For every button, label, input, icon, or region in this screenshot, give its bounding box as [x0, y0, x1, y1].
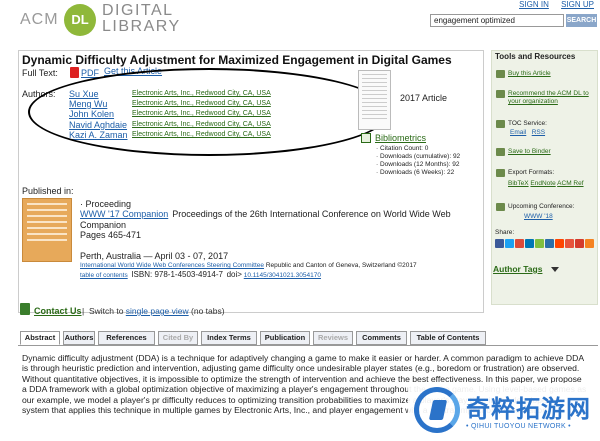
- share-button-icon[interactable]: [525, 239, 534, 248]
- share-button-icon[interactable]: [575, 239, 584, 248]
- proceedings-cover-image[interactable]: [22, 198, 72, 262]
- export-bibtex-link[interactable]: BibTeX: [508, 180, 529, 187]
- share-button-icon[interactable]: [545, 239, 554, 248]
- organizer-link[interactable]: International World Wide Web Conferences…: [80, 262, 264, 269]
- tab-index-terms[interactable]: Index Terms: [201, 331, 257, 345]
- share-button-icon[interactable]: [515, 239, 524, 248]
- logo-acm-text: ACM: [20, 11, 59, 28]
- metric-line: · Downloads (cumulative): 92: [376, 153, 461, 160]
- export-endnote-link[interactable]: EndNote: [530, 180, 555, 187]
- sidebar-item-label: Save to Binder: [508, 148, 551, 155]
- hand-drawn-ellipse-annotation: [28, 68, 390, 156]
- toc-icon: [496, 120, 505, 128]
- recommend-icon: [496, 90, 505, 98]
- tab-references[interactable]: References: [98, 331, 155, 345]
- share-button-icon[interactable]: [585, 239, 594, 248]
- toc-rss-link[interactable]: RSS: [532, 129, 545, 136]
- sidebar-item-label: Recommend the ACM DL to your organizatio…: [508, 90, 589, 105]
- share-button-icon[interactable]: [565, 239, 574, 248]
- tab-abstract[interactable]: Abstract: [20, 331, 60, 345]
- full-text-label: Full Text:: [22, 68, 58, 78]
- share-label: Share:: [495, 229, 515, 236]
- isbn-doi-line: table of contents ISBN: 978-1-4503-4914-…: [80, 270, 321, 279]
- conference-location: Perth, Australia — April 03 - 07, 2017: [80, 251, 229, 261]
- export-icon: [496, 169, 505, 177]
- watermark-emblem: [414, 387, 460, 433]
- contact-us-link[interactable]: Contact Us: [34, 306, 82, 316]
- metric-line: · Citation Count: 0: [376, 145, 429, 152]
- bibliometrics-list: · Citation Count: 0 · Downloads (cumulat…: [376, 145, 460, 177]
- bibliometrics-icon: [361, 133, 371, 143]
- toc-service-links: Email RSS: [510, 129, 545, 137]
- proceeding-type: · Proceeding: [80, 199, 132, 209]
- isbn-text: ISBN: 978-1-4503-4914-7: [131, 270, 223, 279]
- share-button-icon[interactable]: [505, 239, 514, 248]
- switch-view-text: | Switch to single page view (no tabs): [82, 306, 225, 316]
- doi-label: doi>: [226, 270, 242, 279]
- account-links: SIGN IN SIGN UP: [509, 0, 594, 9]
- export-format-links: BibTeX EndNote ACM Ref: [508, 180, 584, 188]
- doi-link[interactable]: 10.1145/3041021.3054170: [244, 272, 321, 279]
- tab-divider: [18, 345, 598, 346]
- calendar-icon: [496, 203, 505, 211]
- organizer-rest: Republic and Canton of Geneva, Switzerla…: [264, 262, 417, 269]
- logo-dl-badge: DL: [64, 4, 96, 36]
- upcoming-conf-link[interactable]: WWW '18: [524, 213, 553, 220]
- chevron-down-icon[interactable]: [551, 267, 559, 272]
- watermark-cn-text: 奇粹拓游网: [466, 396, 591, 423]
- article-title: Dynamic Difficulty Adjustment for Maximi…: [22, 53, 452, 67]
- tab-table-of-contents[interactable]: Table of Contents: [410, 331, 486, 345]
- pdf-icon[interactable]: [70, 67, 79, 78]
- article-type-label: 2017 Article: [400, 93, 448, 103]
- toc-email-link[interactable]: Email: [510, 129, 526, 136]
- tab-cited-by: Cited By: [158, 331, 198, 345]
- contact-icon: [20, 303, 30, 315]
- author-tags-link[interactable]: Author Tags: [493, 264, 542, 274]
- sign-in-link[interactable]: SIGN IN: [519, 0, 549, 9]
- share-button-icon[interactable]: [555, 239, 564, 248]
- watermark-logo: 奇粹拓游网 • QIHUI TUOYOU NETWORK •: [408, 383, 600, 441]
- sidebar-item-label: TOC Service:: [508, 120, 547, 127]
- search-input[interactable]: [430, 14, 564, 27]
- tab-authors[interactable]: Authors: [63, 331, 95, 345]
- sidebar-item-label: Upcoming Conference:: [508, 203, 575, 210]
- tab-publication[interactable]: Publication: [260, 331, 310, 345]
- cart-icon: [496, 70, 505, 78]
- sign-up-link[interactable]: SIGN UP: [561, 0, 594, 9]
- watermark-en-text: • QIHUI TUOYOU NETWORK •: [466, 423, 571, 430]
- metric-line: · Downloads (12 Months): 92: [376, 161, 460, 168]
- article-thumbnail[interactable]: [358, 70, 391, 130]
- tab-reviews: Reviews: [313, 331, 353, 345]
- logo-library-text: DIGITAL LIBRARY: [102, 2, 181, 35]
- share-button-icon[interactable]: [535, 239, 544, 248]
- single-page-view-link[interactable]: single page view: [126, 306, 189, 316]
- page-range: Pages 465-471: [80, 230, 142, 240]
- bibliometrics-link[interactable]: Bibliometrics: [375, 133, 426, 143]
- tab-comments[interactable]: Comments: [356, 331, 407, 345]
- acm-dl-logo[interactable]: ACM DL DIGITAL LIBRARY: [20, 2, 190, 38]
- sidebar-item-label: Export Formats:: [508, 169, 555, 176]
- organizer-line: International World Wide Web Conferences…: [80, 262, 417, 269]
- metric-line: · Downloads (6 Weeks): 22: [376, 169, 455, 176]
- table-of-contents-link[interactable]: table of contents: [80, 272, 128, 279]
- sidebar-heading: Tools and Resources: [495, 52, 576, 61]
- sidebar-item-label: Buy this Article: [508, 70, 551, 77]
- published-in-label: Published in:: [22, 186, 74, 196]
- conference-link[interactable]: WWW '17 Companion: [80, 209, 168, 219]
- binder-icon: [496, 148, 505, 156]
- conference-line: WWW '17 Companion Proceedings of the 26th…: [80, 209, 480, 231]
- upcoming-conf: WWW '18: [524, 213, 553, 221]
- search-button[interactable]: SEARCH: [566, 14, 597, 27]
- export-acmref-link[interactable]: ACM Ref: [557, 180, 583, 187]
- share-button-icon[interactable]: [495, 239, 504, 248]
